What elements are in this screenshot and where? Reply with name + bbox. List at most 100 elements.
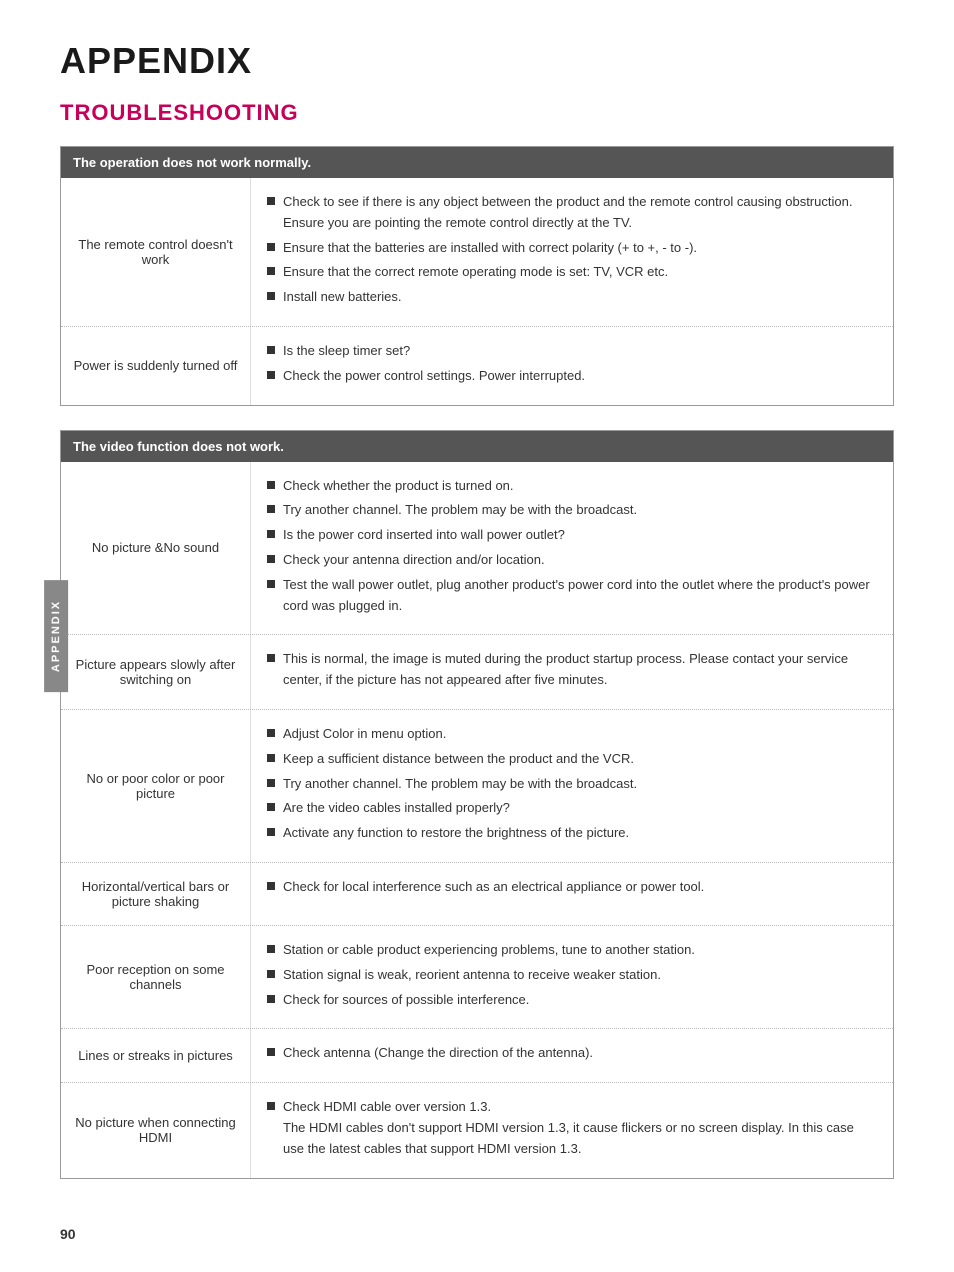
solution-item-1-0-0: Check whether the product is turned on.: [267, 476, 877, 497]
solution-text-0-0-2: Ensure that the correct remote operating…: [283, 262, 877, 283]
bullet-icon: [267, 197, 275, 205]
solution-item-0-0-3: Install new batteries.: [267, 287, 877, 308]
solution-cell-1-6: Check HDMI cable over version 1.3.The HD…: [251, 1083, 893, 1177]
trouble-row-1-5: Lines or streaks in pictures Check antenn…: [61, 1029, 893, 1083]
solution-cell-1-0: Check whether the product is turned on. T…: [251, 462, 893, 635]
bullet-icon: [267, 828, 275, 836]
trouble-table-0: The operation does not work normally.The…: [60, 146, 894, 406]
solution-text-0-1-0: Is the sleep timer set?: [283, 341, 877, 362]
solution-item-0-1-1: Check the power control settings. Power …: [267, 366, 877, 387]
trouble-row-1-3: Horizontal/vertical bars or picture shak…: [61, 863, 893, 926]
issue-cell-1-5: Lines or streaks in pictures: [61, 1029, 251, 1082]
solution-text-1-1-0: This is normal, the image is muted durin…: [283, 649, 877, 691]
solution-text-1-2-4: Activate any function to restore the bri…: [283, 823, 877, 844]
table-header-1: The video function does not work.: [61, 431, 893, 462]
solution-item-1-0-1: Try another channel. The problem may be …: [267, 500, 877, 521]
solution-item-1-1-0: This is normal, the image is muted durin…: [267, 649, 877, 691]
solution-item-1-4-0: Station or cable product experiencing pr…: [267, 940, 877, 961]
bullet-icon: [267, 371, 275, 379]
bullet-icon: [267, 292, 275, 300]
bullet-icon: [267, 243, 275, 251]
solution-item-0-0-2: Ensure that the correct remote operating…: [267, 262, 877, 283]
solution-item-1-2-4: Activate any function to restore the bri…: [267, 823, 877, 844]
solution-item-1-5-0: Check antenna (Change the direction of t…: [267, 1043, 877, 1064]
bullet-icon: [267, 1048, 275, 1056]
bullet-icon: [267, 995, 275, 1003]
bullet-icon: [267, 970, 275, 978]
solution-text-1-4-0: Station or cable product experiencing pr…: [283, 940, 877, 961]
solution-cell-1-3: Check for local interference such as an …: [251, 863, 893, 925]
solution-text-1-0-4: Test the wall power outlet, plug another…: [283, 575, 877, 617]
bullet-icon: [267, 754, 275, 762]
tables-container: The operation does not work normally.The…: [60, 146, 894, 1179]
bullet-icon: [267, 555, 275, 563]
solution-item-1-2-3: Are the video cables installed properly?: [267, 798, 877, 819]
solution-text-1-4-2: Check for sources of possible interferen…: [283, 990, 877, 1011]
solution-item-1-6-0: Check HDMI cable over version 1.3.The HD…: [267, 1097, 877, 1159]
solution-text-0-0-0: Check to see if there is any object betw…: [283, 192, 877, 234]
solution-text-1-2-0: Adjust Color in menu option.: [283, 724, 877, 745]
solution-text-1-6-0: Check HDMI cable over version 1.3.The HD…: [283, 1097, 877, 1159]
solution-text-1-3-0: Check for local interference such as an …: [283, 877, 877, 898]
trouble-row-0-1: Power is suddenly turned offIs the sleep…: [61, 327, 893, 405]
solution-cell-1-2: Adjust Color in menu option. Keep a suffi…: [251, 710, 893, 862]
bullet-icon: [267, 530, 275, 538]
solution-item-0-1-0: Is the sleep timer set?: [267, 341, 877, 362]
solution-item-1-3-0: Check for local interference such as an …: [267, 877, 877, 898]
trouble-row-1-0: No picture &No soundCheck whether the pr…: [61, 462, 893, 636]
trouble-row-0-0: The remote control doesn't work Check to …: [61, 178, 893, 327]
solution-item-1-4-1: Station signal is weak, reorient antenna…: [267, 965, 877, 986]
solution-item-0-0-1: Ensure that the batteries are installed …: [267, 238, 877, 259]
solution-text-1-2-2: Try another channel. The problem may be …: [283, 774, 877, 795]
trouble-table-1: The video function does not work.No pict…: [60, 430, 894, 1179]
bullet-icon: [267, 505, 275, 513]
solution-text-1-0-3: Check your antenna direction and/or loca…: [283, 550, 877, 571]
trouble-row-1-1: Picture appears slowly after switching o…: [61, 635, 893, 710]
solution-text-1-2-1: Keep a sufficient distance between the p…: [283, 749, 877, 770]
solution-cell-0-1: Is the sleep timer set? Check the power c…: [251, 327, 893, 405]
solution-item-1-0-3: Check your antenna direction and/or loca…: [267, 550, 877, 571]
bullet-icon: [267, 1102, 275, 1110]
issue-cell-1-1: Picture appears slowly after switching o…: [61, 635, 251, 709]
issue-cell-1-2: No or poor color or poor picture: [61, 710, 251, 862]
bullet-icon: [267, 779, 275, 787]
bullet-icon: [267, 803, 275, 811]
solution-text-1-5-0: Check antenna (Change the direction of t…: [283, 1043, 877, 1064]
trouble-row-1-4: Poor reception on some channels Station o…: [61, 926, 893, 1029]
issue-cell-1-4: Poor reception on some channels: [61, 926, 251, 1028]
solution-item-1-2-2: Try another channel. The problem may be …: [267, 774, 877, 795]
sidebar-appendix-label: APPENDIX: [44, 580, 68, 692]
solution-text-1-0-0: Check whether the product is turned on.: [283, 476, 877, 497]
solution-text-1-4-1: Station signal is weak, reorient antenna…: [283, 965, 877, 986]
solution-cell-1-4: Station or cable product experiencing pr…: [251, 926, 893, 1028]
bullet-icon: [267, 654, 275, 662]
solution-text-0-1-1: Check the power control settings. Power …: [283, 366, 877, 387]
solution-item-1-0-2: Is the power cord inserted into wall pow…: [267, 525, 877, 546]
solution-item-1-2-1: Keep a sufficient distance between the p…: [267, 749, 877, 770]
bullet-icon: [267, 945, 275, 953]
bullet-icon: [267, 580, 275, 588]
solution-item-1-0-4: Test the wall power outlet, plug another…: [267, 575, 877, 617]
solution-item-1-4-2: Check for sources of possible interferen…: [267, 990, 877, 1011]
issue-cell-1-0: No picture &No sound: [61, 462, 251, 635]
solution-item-1-2-0: Adjust Color in menu option.: [267, 724, 877, 745]
section-title: TROUBLESHOOTING: [60, 100, 894, 126]
bullet-icon: [267, 346, 275, 354]
page-number: 90: [60, 1226, 76, 1242]
table-header-0: The operation does not work normally.: [61, 147, 893, 178]
bullet-icon: [267, 481, 275, 489]
solution-cell-1-1: This is normal, the image is muted durin…: [251, 635, 893, 709]
issue-cell-1-3: Horizontal/vertical bars or picture shak…: [61, 863, 251, 925]
trouble-row-1-2: No or poor color or poor pictureAdjust C…: [61, 710, 893, 863]
solution-text-1-0-1: Try another channel. The problem may be …: [283, 500, 877, 521]
solution-cell-0-0: Check to see if there is any object betw…: [251, 178, 893, 326]
issue-cell-1-6: No picture when connecting HDMI: [61, 1083, 251, 1177]
issue-cell-0-0: The remote control doesn't work: [61, 178, 251, 326]
issue-cell-0-1: Power is suddenly turned off: [61, 327, 251, 405]
page-title: APPENDIX: [60, 40, 894, 82]
solution-cell-1-5: Check antenna (Change the direction of t…: [251, 1029, 893, 1082]
trouble-row-1-6: No picture when connecting HDMI Check HDM…: [61, 1083, 893, 1177]
bullet-icon: [267, 729, 275, 737]
solution-text-0-0-3: Install new batteries.: [283, 287, 877, 308]
bullet-icon: [267, 882, 275, 890]
